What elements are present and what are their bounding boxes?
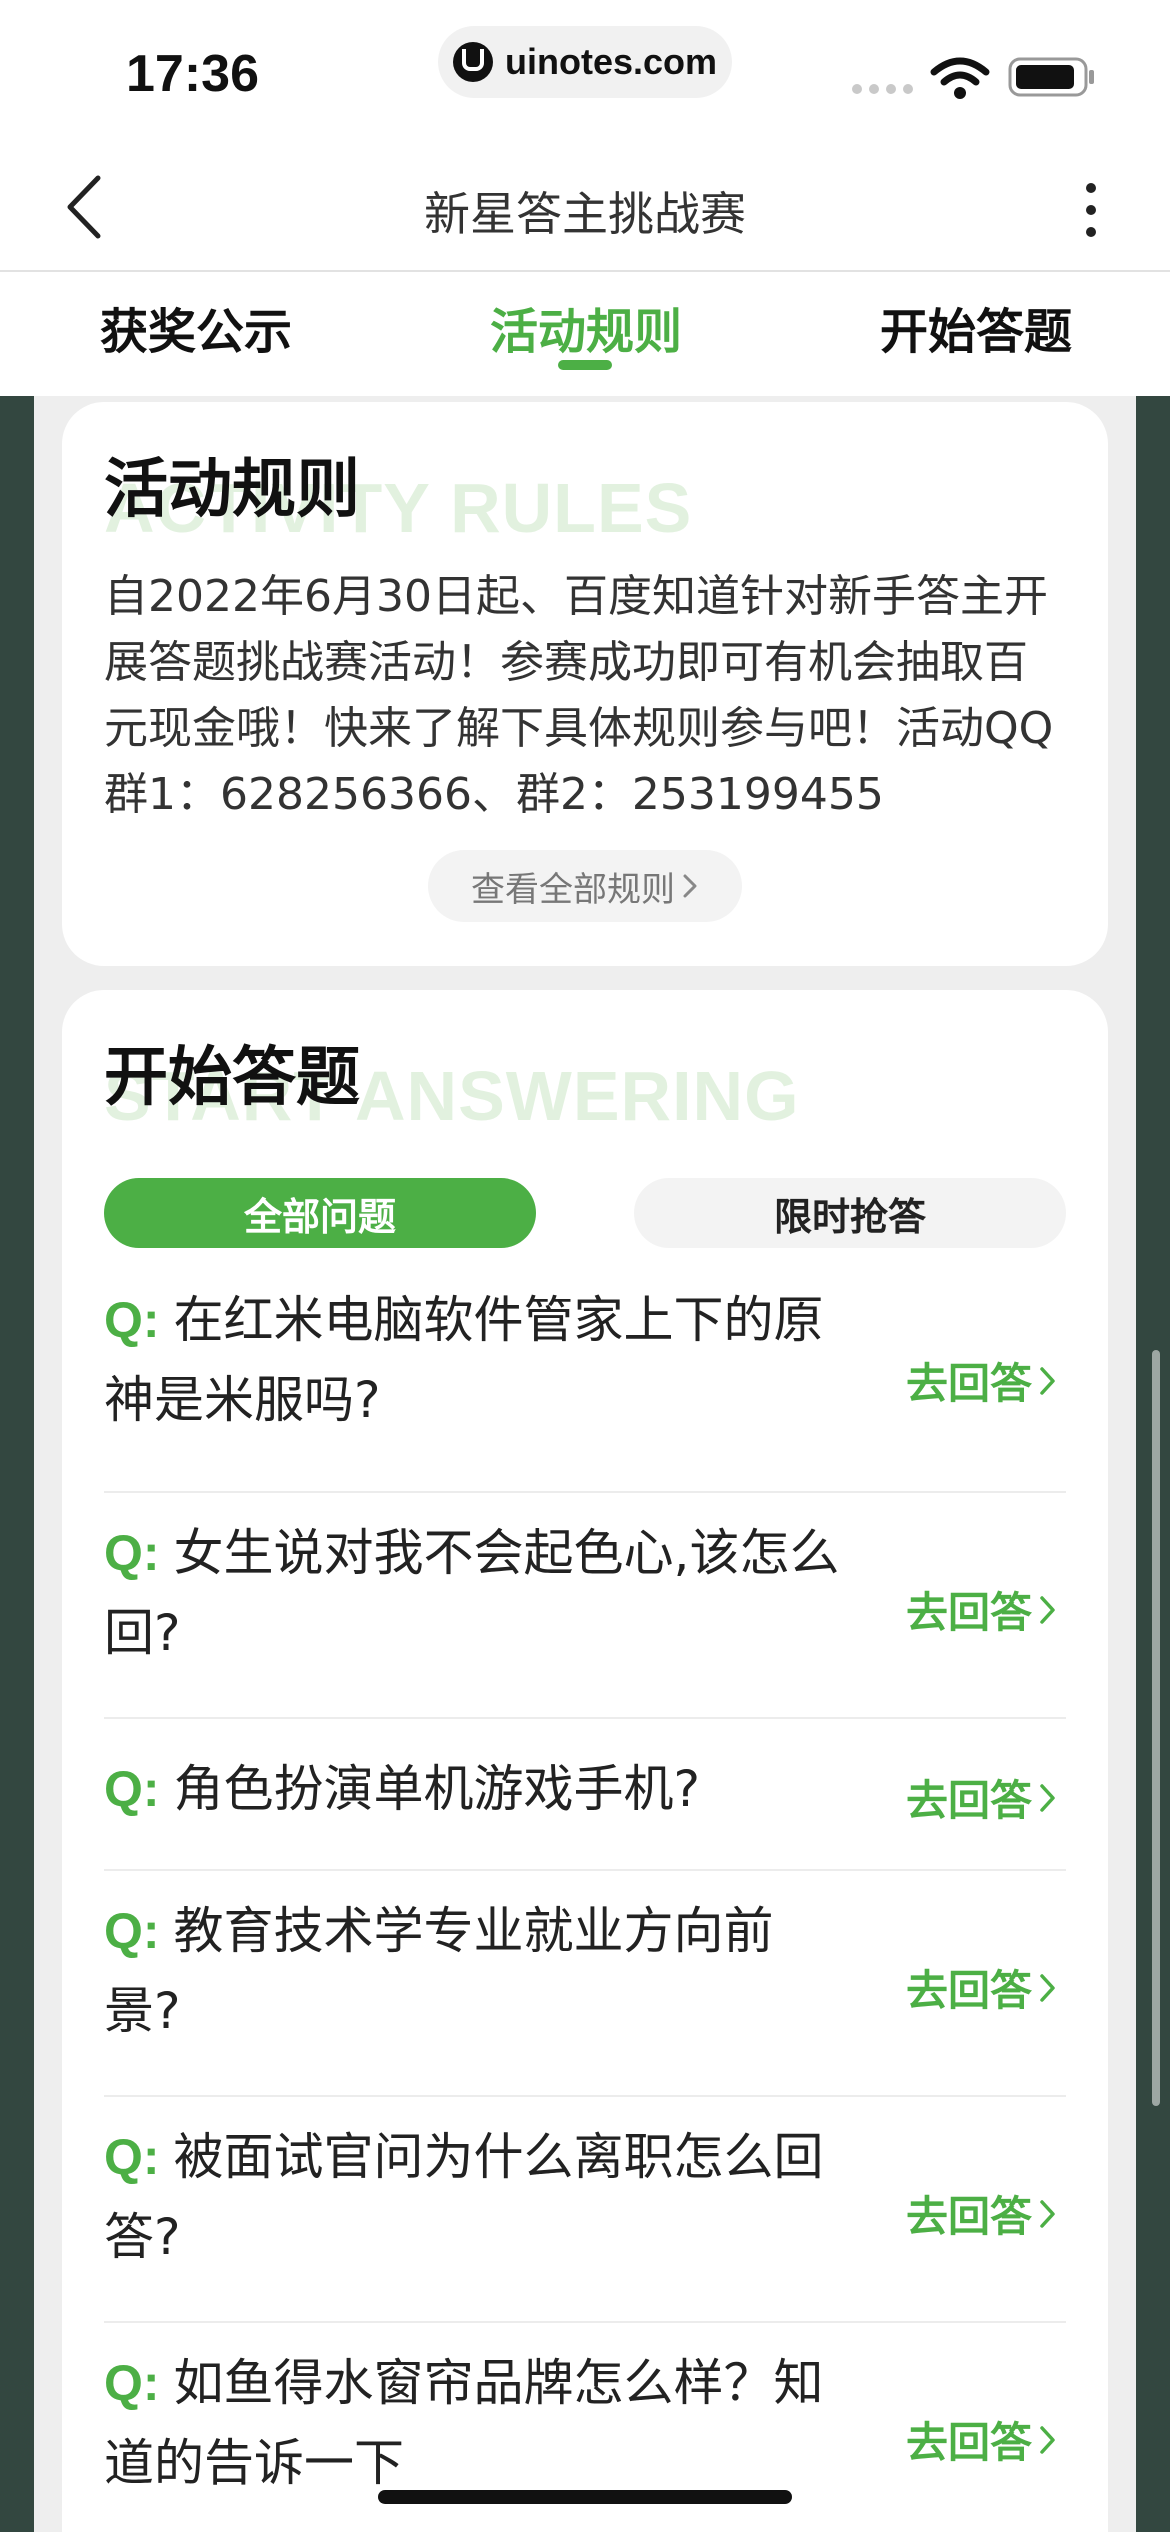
question-prefix: Q: <box>104 1292 160 1348</box>
tab-activity-rules[interactable]: 活动规则 <box>490 292 682 362</box>
question-row[interactable]: Q: 教育技术学专业就业方向前景? 去回答 <box>104 1871 1066 2097</box>
rules-title: 活动规则 <box>104 453 360 527</box>
question-row[interactable]: Q: 被面试官问为什么离职怎么回答? 去回答 <box>104 2097 1066 2323</box>
go-answer-button[interactable]: 去回答 <box>906 1579 1058 1640</box>
chevron-right-icon <box>683 874 697 898</box>
cellular-signal-icon <box>852 84 913 94</box>
chevron-right-icon <box>1040 1783 1055 1812</box>
go-answer-label: 去回答 <box>905 1966 1032 2015</box>
question-text: Q: 教育技术学专业就业方向前景? <box>104 1891 844 2051</box>
question-content: 在红米电脑软件管家上下的原神是米服吗? <box>104 1291 824 1429</box>
question-text: Q: 角色扮演单机游戏手机? <box>104 1749 844 1829</box>
view-all-rules-button[interactable]: 查看全部规则 <box>428 850 742 922</box>
battery-icon <box>1008 57 1094 97</box>
question-content: 角色扮演单机游戏手机? <box>173 1760 701 1818</box>
go-answer-label: 去回答 <box>905 2192 1032 2241</box>
nav-bar: 新星答主挑战赛 <box>0 140 1170 272</box>
go-answer-label: 去回答 <box>905 1359 1032 1408</box>
chevron-right-icon <box>1040 2425 1055 2454</box>
chevron-right-icon <box>1040 1595 1055 1624</box>
more-vertical-icon[interactable] <box>1076 180 1106 240</box>
chevron-right-icon <box>1040 2199 1055 2228</box>
question-row[interactable]: Q: 角色扮演单机游戏手机? 去回答 <box>104 1719 1066 1871</box>
go-answer-button[interactable]: 去回答 <box>906 1957 1058 2018</box>
filter-all-questions-button[interactable]: 全部问题 <box>104 1178 536 1248</box>
question-content: 如鱼得水窗帘品牌怎么样？知道的告诉一下 <box>104 2354 824 2492</box>
go-answer-button[interactable]: 去回答 <box>906 1350 1058 1411</box>
go-answer-button[interactable]: 去回答 <box>906 2183 1058 2244</box>
question-row[interactable]: Q: 在红米电脑软件管家上下的原神是米服吗? 去回答 <box>104 1268 1066 1493</box>
question-list: Q: 在红米电脑软件管家上下的原神是米服吗? 去回答 Q: 女生说对我不会起色心,该… <box>104 1268 1066 2532</box>
site-logo-icon <box>452 42 493 82</box>
question-text: Q: 被面试官问为什么离职怎么回答? <box>104 2117 844 2277</box>
tab-bar: 获奖公示 活动规则 开始答题 <box>0 272 1170 396</box>
page-title: 新星答主挑战赛 <box>424 187 746 241</box>
scrollbar[interactable] <box>1152 1350 1160 2106</box>
status-time: 17:36 <box>126 45 259 103</box>
go-answer-label: 去回答 <box>905 1776 1032 1825</box>
chevron-right-icon <box>1040 1366 1055 1395</box>
rules-description: 自2022年6月30日起、百度知道针对新手答主开展答题挑战赛活动！参赛成功即可有… <box>104 571 1054 820</box>
active-tab-indicator <box>558 360 612 370</box>
home-indicator <box>378 2490 792 2504</box>
status-bar: 17:36 uinotes.com <box>0 0 1170 140</box>
question-prefix: Q: <box>104 1525 160 1581</box>
view-all-rules-label: 查看全部规则 <box>471 869 675 910</box>
go-answer-label: 去回答 <box>905 1588 1032 1637</box>
go-answer-button[interactable]: 去回答 <box>906 1767 1058 1828</box>
question-prefix: Q: <box>104 1903 160 1959</box>
question-content: 教育技术学专业就业方向前景? <box>104 1902 774 2040</box>
answer-title: 开始答题 <box>104 1041 360 1115</box>
question-text: Q: 女生说对我不会起色心,该怎么回? <box>104 1513 844 1673</box>
question-content: 女生说对我不会起色心,该怎么回? <box>104 1524 840 1662</box>
question-text: Q: 在红米电脑软件管家上下的原神是米服吗? <box>104 1280 844 1440</box>
question-prefix: Q: <box>104 2129 160 2185</box>
question-row[interactable]: Q: 女生说对我不会起色心,该怎么回? 去回答 <box>104 1493 1066 1719</box>
go-answer-label: 去回答 <box>905 2418 1032 2467</box>
question-prefix: Q: <box>104 2355 160 2411</box>
tab-start-answering[interactable]: 开始答题 <box>880 292 1072 362</box>
question-content: 被面试官问为什么离职怎么回答? <box>104 2128 824 2266</box>
url-pill[interactable]: uinotes.com <box>438 26 732 98</box>
wifi-icon <box>930 57 990 99</box>
chevron-right-icon <box>1040 1973 1055 2002</box>
filter-timed-answer-button[interactable]: 限时抢答 <box>634 1178 1066 1248</box>
question-text: Q: 如鱼得水窗帘品牌怎么样？知道的告诉一下 <box>104 2343 844 2503</box>
tab-award-announcement[interactable]: 获奖公示 <box>100 292 292 362</box>
question-prefix: Q: <box>104 1761 160 1817</box>
go-answer-button[interactable]: 去回答 <box>906 2409 1058 2470</box>
url-text: uinotes.com <box>504 41 718 82</box>
answer-card: START ANSWERING 开始答题 全部问题 限时抢答 Q: 在红米电脑软件… <box>62 990 1108 2532</box>
rules-card: ACTIVITY RULES 活动规则 自2022年6月30日起、百度知道针对新… <box>62 402 1108 966</box>
